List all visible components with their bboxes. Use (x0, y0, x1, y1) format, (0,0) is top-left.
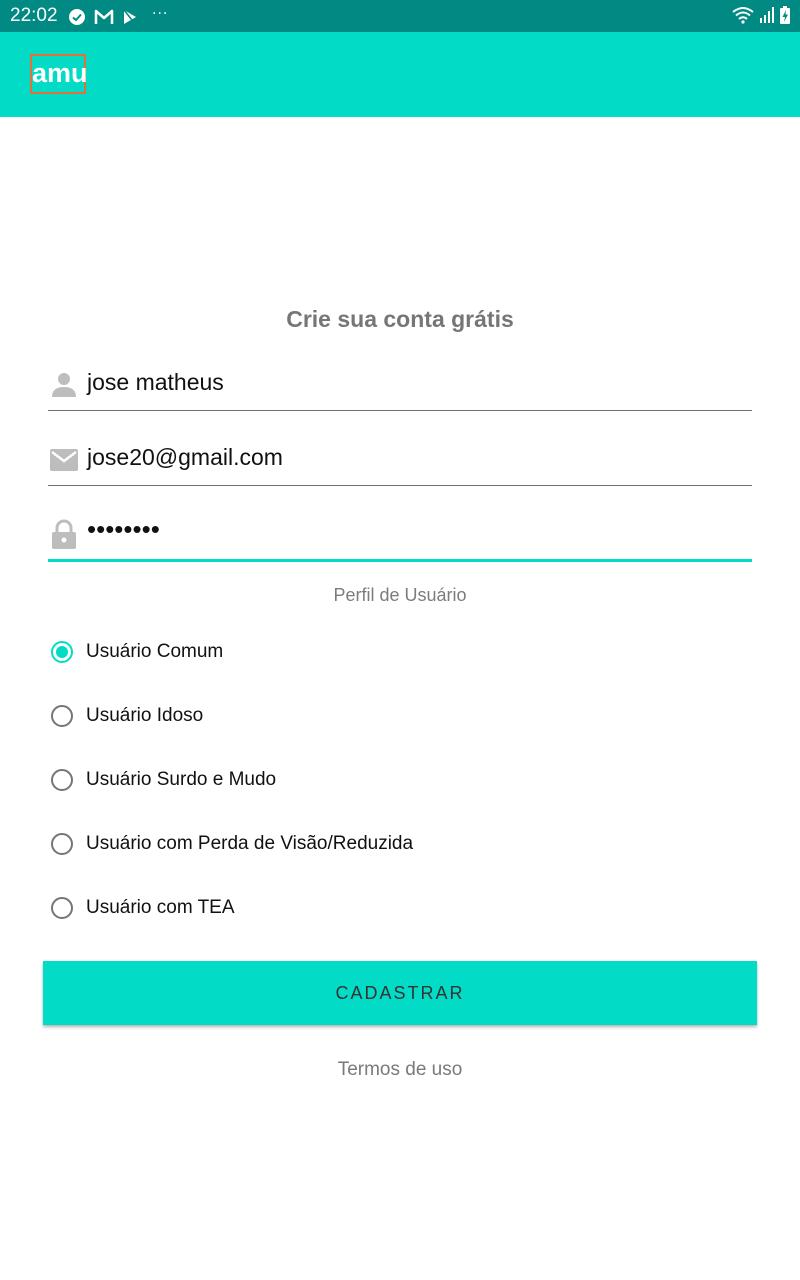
signal-icon (760, 7, 774, 23)
email-field[interactable]: jose20@gmail.com (48, 437, 752, 486)
radio-option[interactable]: Usuário Comum (48, 630, 223, 674)
radio-button[interactable] (51, 897, 73, 919)
check-circle-icon (69, 9, 85, 25)
profile-label: Perfil de Usuário (333, 585, 467, 605)
name-field[interactable]: jose matheus (48, 362, 752, 411)
email-value: jose20@gmail.com (87, 444, 283, 470)
radio-button[interactable] (51, 705, 73, 727)
radio-button[interactable] (51, 833, 73, 855)
radio-label: Usuário com Perda de Visão/Reduzida (86, 833, 414, 854)
wifi-icon (732, 7, 754, 24)
radio-button[interactable] (51, 769, 73, 791)
radio-option[interactable]: Usuário Surdo e Mudo (48, 758, 276, 802)
terms-link[interactable]: Termos de uso (0, 1059, 800, 1081)
app-logo: amu (30, 54, 88, 94)
email-icon (50, 449, 78, 471)
notification-icons: ··· (68, 6, 169, 26)
person-icon (52, 373, 76, 397)
radio-label: Usuário com TEA (86, 897, 235, 918)
radio-label: Usuário Surdo e Mudo (86, 769, 277, 790)
radio-label: Usuário Idoso (86, 705, 204, 726)
lock-icon (52, 519, 76, 549)
app-bar: amu (0, 32, 800, 117)
radio-option[interactable]: Usuário com Perda de Visão/Reduzida (48, 822, 413, 866)
overflow-indicator: ··· (152, 6, 169, 22)
password-field[interactable]: •••••••• (48, 511, 752, 562)
radio-button-checked[interactable] (51, 641, 73, 663)
radio-option[interactable]: Usuário com TEA (48, 886, 235, 930)
gmail-icon (94, 9, 114, 24)
radio-option[interactable]: Usuário Idoso (48, 694, 203, 738)
radio-label: Usuário Comum (86, 641, 224, 662)
battery-charging-icon (780, 6, 790, 24)
system-icons (732, 6, 790, 24)
status-time: 22:02 (10, 5, 58, 26)
play-store-icon (123, 9, 136, 24)
name-value: jose matheus (87, 369, 224, 395)
register-button[interactable]: CADASTRAR (43, 961, 757, 1025)
form-heading: Crie sua conta grátis (286, 306, 514, 332)
status-bar: 22:02 ··· (0, 0, 800, 32)
password-value: •••••••• (87, 514, 160, 544)
